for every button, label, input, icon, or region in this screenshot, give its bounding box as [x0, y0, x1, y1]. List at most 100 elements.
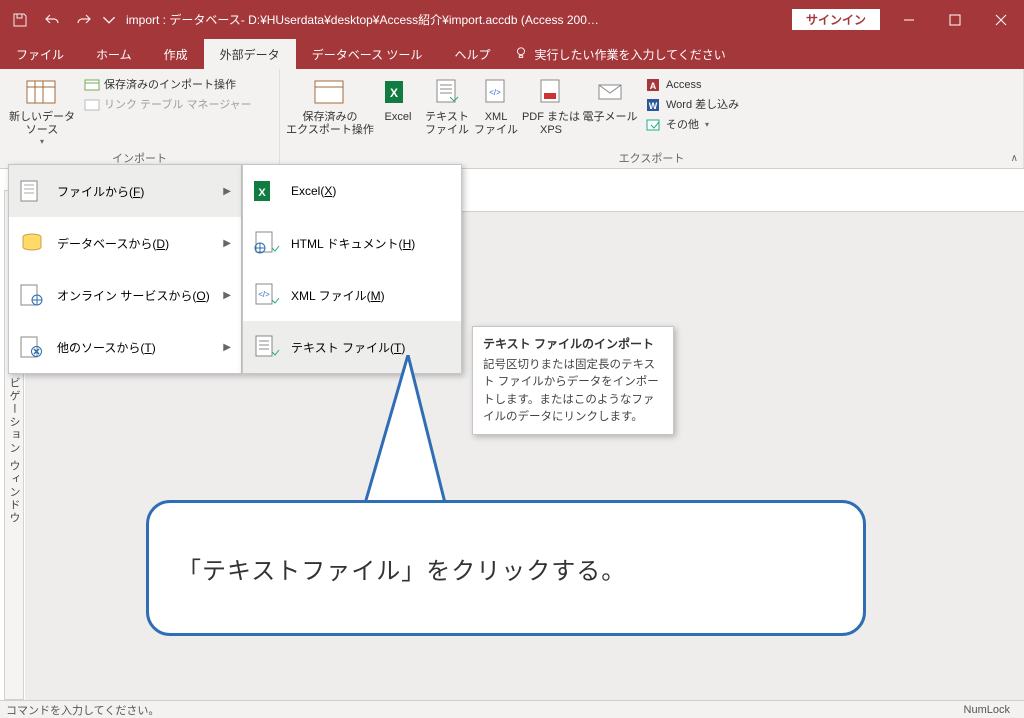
- submenu-excel-label: Excel(X): [291, 184, 451, 198]
- tooltip-body: 記号区切りまたは固定長のテキスト ファイルからデータをインポートします。またはこ…: [483, 357, 663, 426]
- export-word-merge-button[interactable]: W Word 差し込み: [642, 95, 743, 115]
- close-button[interactable]: [978, 0, 1024, 39]
- ribbon: 新しいデータ ソース ▾ 保存済みのインポート操作 リンク テーブル マネージャ…: [0, 69, 1024, 169]
- tab-external-data[interactable]: 外部データ: [204, 39, 296, 69]
- export-excel-button[interactable]: X Excel: [374, 73, 422, 124]
- tab-home[interactable]: ホーム: [80, 39, 148, 69]
- linked-table-label: リンク テーブル マネージャー: [104, 98, 252, 112]
- svg-text:W: W: [649, 101, 658, 111]
- redo-icon[interactable]: [70, 6, 98, 34]
- submenu-xml[interactable]: </> XML ファイル(M): [243, 269, 461, 321]
- from-file-submenu: X Excel(X) HTML ドキュメント(H) </> XML ファイル(M…: [242, 164, 462, 374]
- status-numlock: NumLock: [964, 704, 1010, 716]
- export-access-button[interactable]: A Access: [642, 75, 743, 95]
- file-folder-icon: [17, 176, 47, 206]
- menu-from-online-label: オンライン サービスから(O): [57, 287, 213, 304]
- export-xml-l1: XML: [485, 111, 508, 124]
- menu-from-online[interactable]: オンライン サービスから(O) ▶: [9, 269, 241, 321]
- saved-export-l2: エクスポート操作: [286, 124, 374, 137]
- tell-me-label: 実行したい作業を入力してください: [534, 46, 725, 63]
- export-text-l2: ファイル: [425, 124, 469, 137]
- maximize-button[interactable]: [932, 0, 978, 39]
- export-xml-button[interactable]: </> XML ファイル: [472, 73, 520, 137]
- xml-file-icon: </>: [479, 75, 513, 109]
- tab-db-tools[interactable]: データベース ツール: [296, 39, 439, 69]
- text-file-icon: [251, 332, 281, 362]
- export-pdf-l2: XPS: [540, 124, 562, 137]
- submenu-html[interactable]: HTML ドキュメント(H): [243, 217, 461, 269]
- menu-from-database[interactable]: データベースから(D) ▶: [9, 217, 241, 269]
- online-service-icon: [17, 280, 47, 310]
- export-email-label: 電子メール: [583, 111, 638, 124]
- submenu-arrow-icon: ▶: [223, 186, 231, 197]
- callout-tail: [362, 355, 462, 515]
- svg-text:A: A: [650, 81, 657, 91]
- new-data-source-button[interactable]: 新しいデータ ソース ▾: [6, 73, 78, 147]
- menu-from-file-label: ファイルから(F): [57, 183, 213, 200]
- email-icon: [593, 75, 627, 109]
- export-xml-l2: ファイル: [474, 124, 518, 137]
- more-icon: [646, 117, 662, 133]
- submenu-xml-label: XML ファイル(M): [291, 287, 451, 304]
- linked-table-icon: [84, 97, 100, 113]
- export-text-button[interactable]: テキスト ファイル: [422, 73, 472, 137]
- export-text-l1: テキスト: [425, 111, 469, 124]
- export-word-label: Word 差し込み: [666, 98, 739, 112]
- callout-text: 「テキストファイル」をクリックする。: [177, 551, 626, 586]
- minimize-button[interactable]: [886, 0, 932, 39]
- svg-text:X: X: [390, 86, 398, 100]
- tab-create[interactable]: 作成: [148, 39, 204, 69]
- navigation-pane-label: ナビゲーション ウィンドウ: [6, 364, 22, 525]
- export-pdf-button[interactable]: PDF または XPS: [520, 73, 582, 137]
- svg-text:</>: </>: [489, 88, 501, 97]
- qat-more-icon[interactable]: [102, 6, 116, 34]
- menu-from-other[interactable]: 他のソースから(T) ▶: [9, 321, 241, 373]
- html-doc-icon: [251, 228, 281, 258]
- submenu-text-label: テキスト ファイル(T): [291, 339, 451, 356]
- signin-button[interactable]: サインイン: [792, 9, 880, 30]
- collapse-ribbon-icon[interactable]: ∧: [1011, 153, 1018, 164]
- window-title: import : データベース- D:¥HUserdata¥desktop¥Ac…: [126, 11, 792, 28]
- status-left: コマンドを入力してください。: [6, 702, 159, 718]
- saved-export-icon: [313, 75, 347, 109]
- instruction-callout: 「テキストファイル」をクリックする。: [146, 500, 866, 636]
- access-icon: A: [646, 77, 662, 93]
- text-file-icon: [430, 75, 464, 109]
- tab-file[interactable]: ファイル: [0, 39, 80, 69]
- title-bar: import : データベース- D:¥HUserdata¥desktop¥Ac…: [0, 0, 1024, 39]
- export-email-button[interactable]: 電子メール: [582, 73, 638, 124]
- new-data-source-icon: [25, 75, 59, 109]
- undo-icon[interactable]: [38, 6, 66, 34]
- linked-table-mgr-button: リンク テーブル マネージャー: [80, 95, 256, 115]
- menu-from-other-label: 他のソースから(T): [57, 339, 213, 356]
- submenu-arrow-icon: ▶: [223, 290, 231, 301]
- bulb-icon: [514, 46, 528, 63]
- saved-export-l1: 保存済みの: [303, 111, 358, 124]
- saved-import-button[interactable]: 保存済みのインポート操作: [80, 75, 256, 95]
- new-data-source-menu: ファイルから(F) ▶ データベースから(D) ▶ オンライン サービスから(O…: [8, 164, 242, 374]
- ribbon-tabs: ファイル ホーム 作成 外部データ データベース ツール ヘルプ 実行したい作業…: [0, 39, 1024, 69]
- export-excel-label: Excel: [385, 111, 412, 124]
- svg-text:</>: </>: [258, 290, 270, 299]
- submenu-html-label: HTML ドキュメント(H): [291, 235, 451, 252]
- other-source-icon: [17, 332, 47, 362]
- tab-help[interactable]: ヘルプ: [438, 39, 506, 69]
- new-data-source-label: 新しいデータ ソース: [6, 111, 78, 137]
- tell-me[interactable]: 実行したい作業を入力してください: [506, 39, 733, 69]
- export-more-button[interactable]: その他 ▾: [642, 115, 743, 135]
- status-bar: コマンドを入力してください。 NumLock: [0, 700, 1024, 718]
- menu-from-file[interactable]: ファイルから(F) ▶: [9, 165, 241, 217]
- word-icon: W: [646, 97, 662, 113]
- export-pdf-l1: PDF または: [522, 111, 580, 124]
- pdf-icon: [534, 75, 568, 109]
- save-icon[interactable]: [6, 6, 34, 34]
- tooltip: テキスト ファイルのインポート 記号区切りまたは固定長のテキスト ファイルからデ…: [472, 326, 674, 435]
- menu-from-database-label: データベースから(D): [57, 235, 213, 252]
- saved-import-label: 保存済みのインポート操作: [104, 78, 236, 92]
- submenu-excel[interactable]: X Excel(X): [243, 165, 461, 217]
- saved-import-icon: [84, 77, 100, 93]
- xml-file-icon: </>: [251, 280, 281, 310]
- submenu-arrow-icon: ▶: [223, 342, 231, 353]
- saved-export-button[interactable]: 保存済みの エクスポート操作: [286, 73, 374, 137]
- excel-icon: X: [381, 75, 415, 109]
